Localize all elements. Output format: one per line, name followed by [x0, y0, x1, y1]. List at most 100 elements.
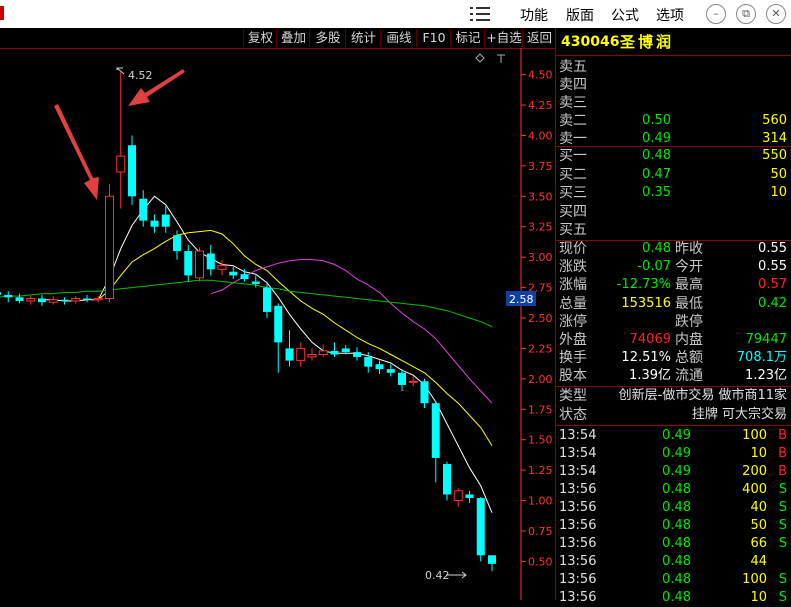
tick-row[interactable]: 13:54 0.49 10 B [556, 445, 791, 463]
menu-formula[interactable]: 公式 [611, 5, 639, 25]
candlestick[interactable] [307, 348, 317, 361]
info-row[interactable]: 状态 挂牌 可大宗交易 [556, 406, 791, 424]
tick-row[interactable]: 13:56 0.48 40 S [556, 499, 791, 517]
candlestick[interactable] [71, 296, 81, 304]
quote-label-right: 内盘 [675, 332, 703, 348]
tick-side: S [778, 536, 787, 551]
tick-row[interactable]: 13:54 0.49 100 B [556, 427, 791, 445]
tick-time: 13:54 [559, 464, 597, 479]
candlestick[interactable] [128, 135, 136, 205]
tick-row[interactable]: 13:54 0.49 200 B [556, 463, 791, 481]
candlestick[interactable] [139, 190, 148, 227]
candle-body [330, 350, 339, 355]
candlestick[interactable] [161, 206, 170, 233]
info-row[interactable]: 类型 创新层-做市交易 做市商11家 [556, 387, 791, 405]
candlestick[interactable] [453, 488, 463, 507]
candlestick[interactable] [38, 294, 46, 306]
hamburger-menu-icon[interactable] [470, 6, 492, 22]
candlestick[interactable] [105, 184, 114, 303]
tick-row[interactable]: 13:56 0.48 50 S [556, 517, 791, 535]
candlestick[interactable] [296, 342, 306, 367]
tick-row[interactable]: 13:56 0.48 400 S [556, 481, 791, 499]
candlestick[interactable] [217, 259, 227, 276]
candlestick[interactable] [431, 400, 440, 483]
menu-function[interactable]: 功能 [520, 5, 548, 25]
candlestick[interactable] [476, 496, 485, 562]
sell-level-row[interactable]: 卖四 [556, 76, 791, 94]
candlestick[interactable] [420, 378, 429, 409]
tick-row[interactable]: 13:56 0.48 100 S [556, 571, 791, 589]
candlestick[interactable] [386, 364, 395, 377]
stock-code: 430046 [561, 34, 620, 50]
tick-row[interactable]: 13:56 0.48 44 [556, 553, 791, 571]
current-price-marker-label: 2.58 [509, 293, 534, 306]
multi-stock-button[interactable]: 多股 [309, 29, 346, 47]
candlestick[interactable] [150, 214, 159, 233]
candle-body [285, 348, 294, 361]
candlestick[interactable] [274, 303, 283, 373]
buy-level-row[interactable]: 买四 [556, 203, 791, 221]
expand-arrow-icon[interactable] [497, 54, 505, 63]
candlestick[interactable] [206, 244, 215, 276]
candlestick[interactable] [184, 244, 193, 282]
candlestick[interactable] [353, 347, 361, 361]
candle-body [398, 372, 406, 385]
candlestick[interactable] [375, 360, 384, 374]
candlestick[interactable] [398, 369, 406, 392]
candlestick[interactable] [285, 330, 294, 367]
candlestick[interactable] [4, 291, 13, 303]
quote-row[interactable]: 现价 0.48 昨收 0.55 [556, 240, 791, 258]
price-axis-label: 1.50 [528, 434, 553, 447]
price-axis-label: 2.00 [528, 373, 553, 386]
buy-level-row[interactable]: 买三 0.35 10 [556, 184, 791, 202]
restore-button[interactable]: ⧉ [736, 4, 756, 24]
sell-level-row[interactable]: 卖二 0.50 560 [556, 112, 791, 130]
draw-line-button[interactable]: 画线 [380, 29, 417, 47]
quote-row[interactable]: 涨停 跌停 [556, 313, 791, 331]
candlestick[interactable] [488, 555, 496, 572]
kline-chart[interactable]: 4.504.254.003.753.503.253.002.752.502.25… [0, 48, 555, 600]
candlestick[interactable] [195, 247, 204, 282]
buy-level-row[interactable]: 买五 [556, 221, 791, 239]
quote-value-left: -0.07 [637, 259, 671, 275]
diamond-icon[interactable] [475, 53, 485, 63]
minimize-button[interactable]: – [706, 4, 726, 24]
statistics-button[interactable]: 统计 [345, 29, 381, 47]
quote-row[interactable]: 涨幅 -12.73% 最高 0.57 [556, 276, 791, 294]
fuquan-button[interactable]: 复权 [243, 29, 277, 47]
add-favorite-button[interactable]: +自选 [484, 29, 523, 47]
sell-level-row[interactable]: 卖五 [556, 58, 791, 76]
mark-button[interactable]: 标记 [450, 29, 485, 47]
buy-level-row[interactable]: 买一 0.48 550 [556, 147, 791, 165]
tick-row[interactable]: 13:56 0.48 10 S [556, 589, 791, 607]
candlestick[interactable] [240, 269, 249, 282]
tick-side: S [778, 482, 787, 497]
arrow-annotation-left-shape [54, 104, 99, 200]
candlestick[interactable] [48, 296, 58, 305]
candlestick[interactable] [116, 72, 126, 209]
sell-level-row[interactable]: 卖三 [556, 94, 791, 112]
menu-layout[interactable]: 版面 [566, 5, 594, 25]
quote-row[interactable]: 换手 12.51% 总额 708.1万 [556, 349, 791, 367]
quote-row[interactable]: 外盘 74069 内盘 79447 [556, 331, 791, 349]
menu-options[interactable]: 选项 [656, 5, 684, 25]
buy-level-row[interactable]: 买二 0.47 50 [556, 166, 791, 184]
candlestick[interactable] [229, 266, 238, 280]
back-button[interactable]: 返回 [522, 29, 556, 47]
candlestick[interactable] [330, 342, 339, 357]
candlestick[interactable] [15, 293, 24, 304]
candlestick[interactable] [83, 294, 91, 303]
candlestick[interactable] [318, 344, 328, 357]
quote-row[interactable]: 涨跌 -0.07 今开 0.55 [556, 258, 791, 276]
overlay-button[interactable]: 叠加 [276, 29, 310, 47]
close-button[interactable]: ✕ [766, 4, 786, 24]
tick-row[interactable]: 13:56 0.48 66 S [556, 535, 791, 553]
quote-row[interactable]: 总量 153516 最低 0.42 [556, 295, 791, 313]
tick-side: S [778, 590, 787, 605]
tick-side: S [778, 572, 787, 587]
quote-row[interactable]: 股本 1.39亿 流通 1.23亿 [556, 367, 791, 385]
f10-button[interactable]: F10 [416, 29, 451, 47]
candlestick[interactable] [443, 461, 451, 501]
candlestick[interactable] [26, 296, 36, 305]
candlestick[interactable] [465, 490, 474, 503]
